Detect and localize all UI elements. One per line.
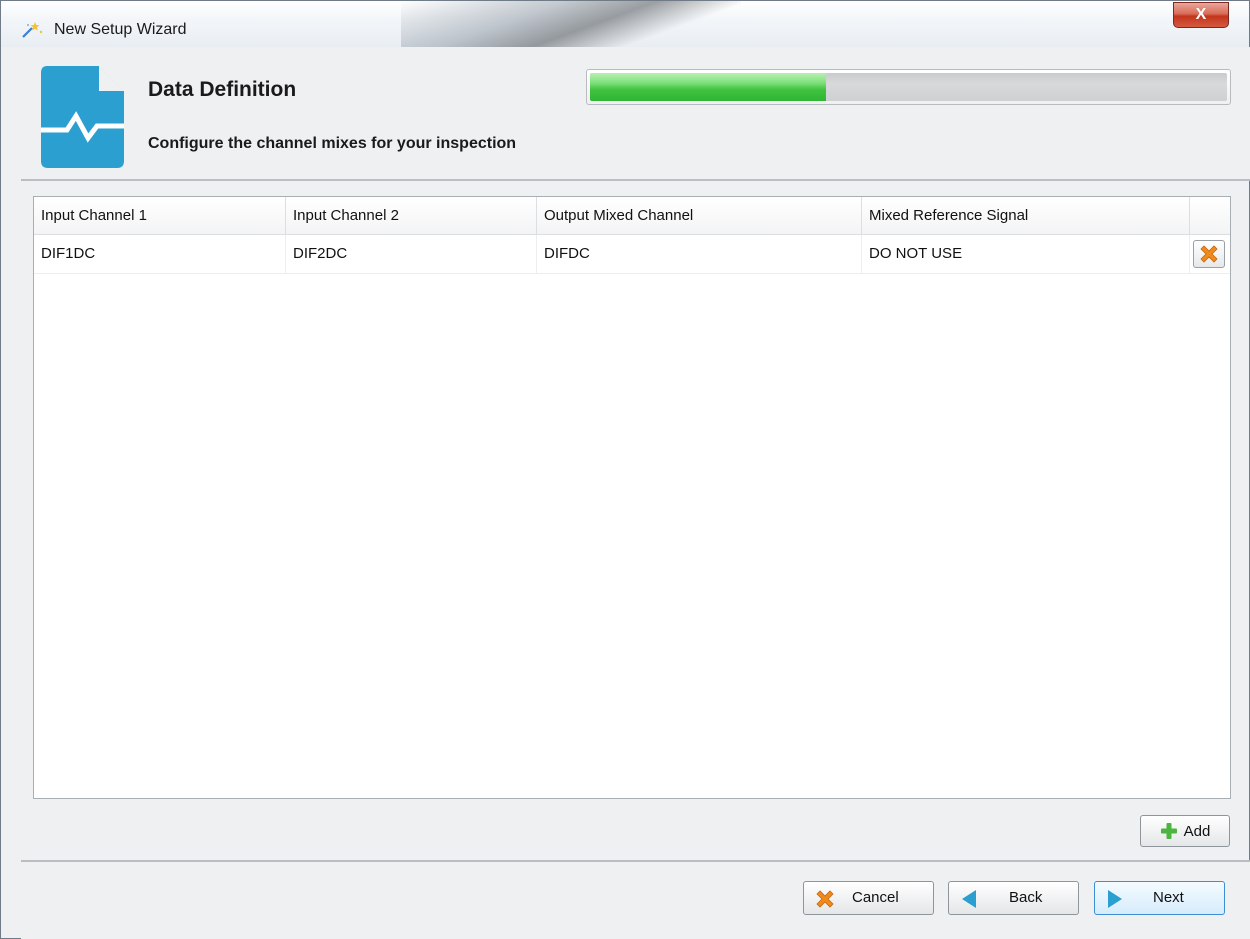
wizard-wand-icon <box>22 22 43 38</box>
next-button[interactable]: Next <box>1094 881 1225 915</box>
wizard-progress-bar <box>586 69 1231 105</box>
page-title: Data Definition <box>148 78 297 101</box>
progress-track <box>590 73 1227 101</box>
title-bar: New Setup Wizard X <box>1 1 1249 47</box>
cancel-x-icon <box>816 890 834 908</box>
column-header-input-channel-2[interactable]: Input Channel 2 <box>286 197 537 235</box>
back-button-label: Back <box>1009 889 1043 906</box>
window-title: New Setup Wizard <box>54 21 187 38</box>
wizard-header: Data Definition Configure the channel mi… <box>21 47 1250 181</box>
cell-input-channel-1[interactable]: DIF1DC <box>34 235 286 273</box>
wizard-window: New Setup Wizard X Data Definition Confi… <box>0 0 1250 939</box>
window-close-button[interactable]: X <box>1173 2 1229 28</box>
back-arrow-icon <box>962 890 976 908</box>
next-button-label: Next <box>1153 889 1184 906</box>
delete-x-icon <box>1200 245 1218 263</box>
progress-fill <box>590 73 826 101</box>
add-button[interactable]: Add <box>1140 815 1230 847</box>
delete-row-button[interactable] <box>1193 240 1225 268</box>
table-row[interactable]: DIF1DC DIF2DC DIFDC DO NOT USE <box>34 235 1230 274</box>
cell-mixed-reference-signal[interactable]: DO NOT USE <box>862 235 1190 273</box>
document-signal-icon <box>41 66 124 168</box>
table-header: Input Channel 1 Input Channel 2 Output M… <box>34 197 1230 235</box>
add-plus-icon <box>1160 823 1177 839</box>
back-button[interactable]: Back <box>948 881 1079 915</box>
channel-mix-table: Input Channel 1 Input Channel 2 Output M… <box>33 196 1231 799</box>
column-header-mixed-reference-signal[interactable]: Mixed Reference Signal <box>862 197 1190 235</box>
cancel-button[interactable]: Cancel <box>803 881 934 915</box>
add-button-label: Add <box>1183 822 1211 840</box>
column-header-output-mixed-channel[interactable]: Output Mixed Channel <box>537 197 862 235</box>
column-header-input-channel-1[interactable]: Input Channel 1 <box>34 197 286 235</box>
next-arrow-icon <box>1108 890 1122 908</box>
cancel-button-label: Cancel <box>852 889 899 906</box>
cell-output-mixed-channel[interactable]: DIFDC <box>537 235 862 273</box>
page-subtitle: Configure the channel mixes for your ins… <box>148 135 517 152</box>
cell-input-channel-2[interactable]: DIF2DC <box>286 235 537 273</box>
title-bar-glass <box>401 1 741 47</box>
